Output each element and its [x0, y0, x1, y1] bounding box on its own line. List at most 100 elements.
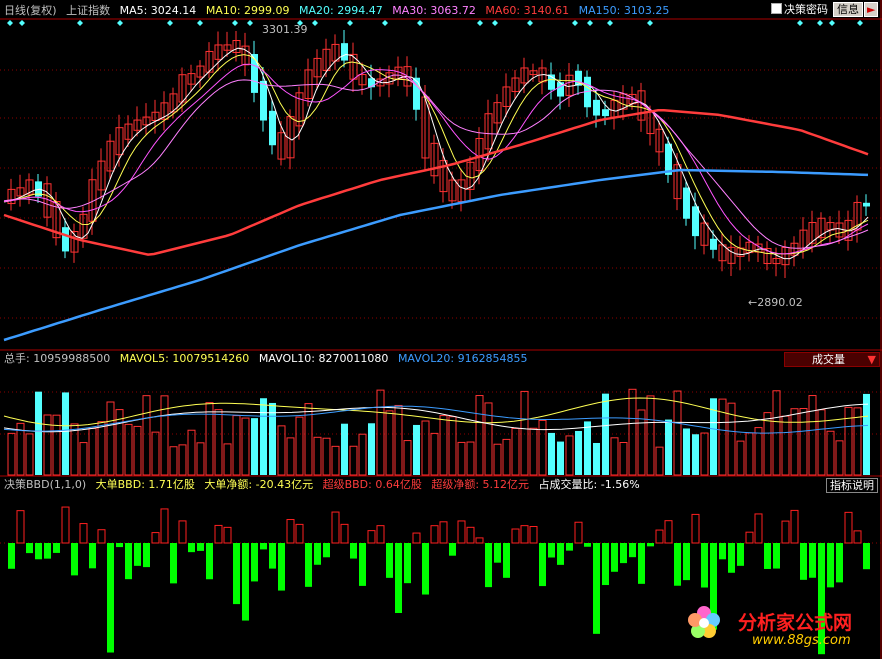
volume-bar-down — [35, 391, 42, 475]
bbd-negative-bar — [836, 543, 843, 583]
bbd-negative-bar — [611, 543, 618, 572]
bbd-negative-bar — [44, 543, 51, 559]
bbd-negative-bar — [863, 543, 870, 570]
volume-bar-up — [394, 404, 403, 476]
bbd-positive-bar — [331, 511, 340, 544]
bbd-header: 决策BBD(1,1,0) 大单BBD: 1.71亿股 大单净额: -20.43亿… — [4, 478, 646, 492]
bbd-positive-bar — [745, 531, 754, 544]
volume-bar-up — [736, 440, 745, 476]
volume-bar-up — [142, 395, 151, 476]
bbd-negative-bar — [116, 543, 123, 548]
volume-bar-up — [430, 432, 439, 476]
bbd-negative-bar — [539, 543, 546, 587]
volume-bar-up — [745, 432, 754, 476]
volume-bar-up — [511, 427, 520, 476]
volume-bar-down — [575, 430, 582, 475]
bbd-negative-bar — [485, 543, 492, 588]
volume-bar-down — [62, 392, 69, 475]
volume-bar-up — [502, 438, 511, 476]
volume-bar-down — [251, 418, 258, 475]
candlesticks — [7, 29, 870, 278]
volume-bar-up — [403, 440, 412, 476]
bbd-positive-bar — [376, 525, 385, 544]
signal-diamond-icon — [829, 20, 835, 26]
low-value: 2890.02 — [757, 296, 803, 309]
volume-ratio: 占成交量比: -1.56% — [538, 478, 640, 491]
bbd-negative-bar — [350, 543, 357, 559]
signal-diamond-icon — [167, 20, 173, 26]
bbd-negative-bar — [188, 543, 195, 553]
volume-bar-up — [529, 427, 538, 476]
volume-bar-down — [341, 423, 348, 475]
bbd-positive-bar — [511, 528, 520, 544]
volume-bar-up — [520, 390, 529, 476]
volume-bar-down — [602, 393, 609, 475]
volume-bar-up — [385, 410, 394, 476]
bbd-positive-bar — [655, 529, 664, 544]
volume-bar-down — [557, 441, 564, 475]
volume-bar-down — [548, 432, 555, 475]
volume-bar-up — [88, 428, 97, 476]
bbd-positive-bar — [214, 524, 223, 544]
super-net: 超级净额: 5.12亿元 — [431, 478, 530, 491]
bbd-negative-bar — [683, 543, 690, 581]
volume-bar-up — [610, 437, 619, 476]
signal-diamond-icon — [587, 20, 593, 26]
volume-bar-down — [368, 423, 375, 475]
bbd-positive-bar — [457, 520, 466, 544]
total-volume: 总手: 10959988500 — [4, 352, 111, 365]
bbd-positive-bar — [844, 511, 853, 544]
indicator-help-button[interactable]: 指标说明 — [826, 478, 878, 493]
bbd-positive-bar — [412, 532, 421, 544]
signal-diamond-icon — [477, 20, 483, 26]
volume-bar-up — [25, 433, 34, 476]
big-net: 大单净额: -20.43亿元 — [204, 478, 314, 491]
signal-diamond-icon — [19, 20, 25, 26]
volume-bar-up — [106, 401, 115, 476]
volume-bar-up — [376, 389, 385, 476]
volume-bar-up — [286, 437, 295, 476]
bbd-positive-bar — [439, 521, 448, 544]
volume-bar-up — [475, 395, 484, 476]
signal-diamond-icon — [797, 20, 803, 26]
bbd-positive-bar — [160, 508, 169, 544]
bbd-negative-bar — [548, 543, 555, 558]
volume-bar-up — [349, 445, 358, 476]
watermark-name: 分析家公式网 — [738, 612, 853, 634]
bbd-negative-bar — [242, 543, 249, 621]
candle-down — [341, 43, 348, 61]
volume-bar-down — [593, 442, 600, 475]
volume-bar-up — [628, 388, 637, 476]
bbd-negative-bar — [278, 543, 285, 591]
bbd-negative-bar — [602, 543, 609, 586]
bbd-negative-bar — [809, 543, 816, 578]
bbd-positive-bar — [430, 525, 439, 544]
moving-averages — [3, 47, 869, 342]
bbd-positive-bar — [574, 521, 583, 544]
volume-bar-up — [322, 437, 331, 476]
bbd-negative-bar — [89, 543, 96, 569]
candle-down — [692, 206, 699, 237]
bbd-negative-bar — [449, 543, 456, 556]
volume-selector[interactable]: 成交量 ▼ — [784, 352, 880, 367]
signal-diamond-icon — [492, 20, 498, 26]
mavol10-label: MAVOL10: 8270011080 — [258, 352, 389, 365]
volume-bar-up — [448, 416, 457, 476]
bbd-negative-bar — [737, 543, 744, 566]
volume-bar-up — [421, 420, 430, 476]
volume-bar-up — [52, 414, 61, 476]
bbd-negative-bar — [143, 543, 150, 568]
volume-bar-up — [241, 417, 250, 476]
volume-bar-up — [160, 395, 169, 476]
signal-diamond-icon — [857, 20, 863, 26]
volume-bar-up — [313, 436, 322, 476]
mavol20-label: MAVOL20: 9162854855 — [397, 352, 528, 365]
volume-bar-up — [169, 446, 178, 476]
candle-down — [269, 110, 276, 146]
candle-down — [710, 238, 717, 250]
volume-bar-down — [665, 419, 672, 475]
high-value: 3301.39 — [262, 23, 308, 36]
volume-bar-down — [692, 434, 699, 475]
volume-bar-up — [493, 443, 502, 476]
bbd-negative-bar — [638, 543, 645, 584]
